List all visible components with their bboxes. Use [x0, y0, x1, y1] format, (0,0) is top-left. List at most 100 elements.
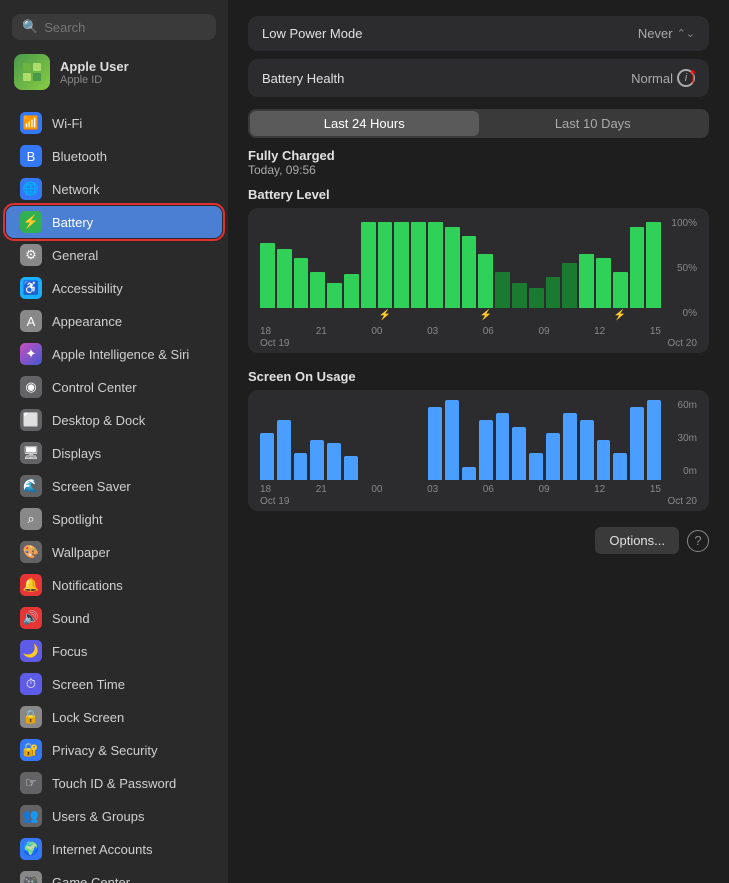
sidebar-item-spotlight[interactable]: ⌕Spotlight: [6, 503, 222, 535]
battery-bar-18: [562, 263, 577, 308]
sidebar-item-gamecenter[interactable]: 🎮Game Center: [6, 866, 222, 883]
user-apple-id: Apple ID: [60, 74, 129, 86]
battery-bar-21: [613, 272, 628, 308]
sidebar-item-wifi[interactable]: 📶 Wi-Fi: [6, 107, 222, 139]
sidebar-item-network[interactable]: 🌐Network: [6, 173, 222, 205]
sidebar-label-sound: Sound: [52, 611, 90, 626]
usage-x-label-7: 15: [650, 484, 661, 495]
privacy-icon: 🔐: [20, 739, 42, 761]
general-icon: ⚙: [20, 244, 42, 266]
focus-icon: 🌙: [20, 640, 42, 662]
search-input[interactable]: [44, 20, 206, 35]
usage-date-oct20: Oct 20: [668, 496, 697, 507]
options-button[interactable]: Options...: [595, 527, 679, 554]
battery-level-section: Battery Level ⚡⚡⚡ 1821000306091215 100% …: [248, 187, 709, 353]
usage-bar-15: [512, 427, 526, 480]
usage-bar-17: [546, 433, 560, 480]
battery-bar-10: [428, 222, 443, 308]
battery-bar-5: [344, 274, 359, 308]
sidebar-item-notifications[interactable]: 🔔Notifications: [6, 569, 222, 601]
battery-bar-8: [394, 222, 409, 308]
usage-bar-5: [344, 456, 358, 480]
sidebar-label-screentime: Screen Time: [52, 677, 125, 692]
help-button[interactable]: ?: [687, 530, 709, 552]
sidebar-item-accessibility[interactable]: ♿Accessibility: [6, 272, 222, 304]
usage-x-label-1: 21: [316, 484, 327, 495]
sidebar-item-bluetooth[interactable]: BBluetooth: [6, 140, 222, 172]
sidebar-item-privacy[interactable]: 🔐Privacy & Security: [6, 734, 222, 766]
usage-bar-21: [613, 453, 627, 480]
search-bar[interactable]: 🔍: [12, 14, 216, 40]
date-oct20: Oct 20: [668, 338, 697, 349]
bottom-action-row: Options... ?: [248, 527, 709, 554]
battery-level-chart-wrapper: ⚡⚡⚡ 1821000306091215 100% 50% 0% Oct 19O…: [248, 208, 709, 353]
sidebar-item-touchid[interactable]: ☞Touch ID & Password: [6, 767, 222, 799]
battery-x-label-6: 12: [594, 326, 605, 337]
wifi-icon: 📶: [20, 112, 42, 134]
sidebar-item-users[interactable]: 👥Users & Groups: [6, 800, 222, 832]
sidebar-item-internet[interactable]: 🌍Internet Accounts: [6, 833, 222, 865]
sidebar-item-battery[interactable]: ⚡Battery: [6, 206, 222, 238]
sidebar-item-wallpaper[interactable]: 🎨Wallpaper: [6, 536, 222, 568]
sidebar-item-focus[interactable]: 🌙Focus: [6, 635, 222, 667]
user-profile-row[interactable]: Apple User Apple ID: [0, 50, 228, 98]
battery-health-label: Battery Health: [262, 71, 344, 86]
tab-10d[interactable]: Last 10 Days: [479, 111, 708, 136]
search-icon: 🔍: [22, 19, 38, 35]
appearance-icon: A: [20, 310, 42, 332]
usage-bar-2: [294, 453, 308, 480]
usage-bar-4: [327, 443, 341, 480]
sidebar-item-screentime[interactable]: ⏱Screen Time: [6, 668, 222, 700]
battery-bar-4: [327, 283, 342, 308]
sidebar-label-wifi: Wi-Fi: [52, 116, 82, 131]
tab-24h[interactable]: Last 24 Hours: [250, 111, 479, 136]
y-usage-30: 30m: [661, 433, 697, 444]
battery-bar-6: [361, 222, 376, 308]
usage-bar-23: [647, 400, 661, 480]
info-circle-icon[interactable]: [677, 69, 695, 87]
sidebar-item-sound[interactable]: 🔊Sound: [6, 602, 222, 634]
usage-bar-12: [462, 467, 476, 480]
sidebar-item-general[interactable]: ⚙General: [6, 239, 222, 271]
y-usage-60: 60m: [661, 400, 697, 411]
battery-bar-1: [277, 249, 292, 308]
battery-bar-16: [529, 288, 544, 308]
chevron-updown-icon: ⌃⌄: [677, 27, 695, 40]
charging-icons-row: ⚡⚡⚡: [260, 308, 661, 322]
battery-dates-row: Oct 19Oct 20: [260, 338, 697, 349]
accessibility-icon: ♿: [20, 277, 42, 299]
usage-x-axis: 1821000306091215: [260, 484, 661, 495]
sidebar-label-battery: Battery: [52, 215, 93, 230]
usage-bar-11: [445, 400, 459, 480]
charging-cell-21: ⚡: [613, 310, 628, 321]
gamecenter-icon: 🎮: [20, 871, 42, 883]
sidebar-item-control[interactable]: ◉Control Center: [6, 371, 222, 403]
sidebar-item-displays[interactable]: 🖥Displays: [6, 437, 222, 469]
usage-x-label-4: 06: [483, 484, 494, 495]
usage-bar-14: [496, 413, 510, 480]
sidebar-item-siri[interactable]: ✦Apple Intelligence & Siri: [6, 338, 222, 370]
usage-bar-19: [580, 420, 594, 480]
usage-bar-8: [395, 478, 409, 480]
usage-bar-0: [260, 433, 274, 480]
touchid-icon: ☞: [20, 772, 42, 794]
usage-x-label-6: 12: [594, 484, 605, 495]
usage-bar-6: [361, 478, 375, 480]
internet-icon: 🌍: [20, 838, 42, 860]
low-power-mode-row[interactable]: Low Power Mode Never ⌃⌄: [248, 16, 709, 51]
sidebar-items-container: 📶 Wi-Fi BBluetooth🌐Network⚡Battery⚙General…: [0, 106, 228, 883]
sidebar-item-desktop[interactable]: ⬜Desktop & Dock: [6, 404, 222, 436]
battery-bar-7: [378, 222, 393, 308]
battery-health-row[interactable]: Battery Health Normal: [248, 59, 709, 97]
y-label-0: 0%: [661, 308, 697, 319]
usage-dates-row: Oct 19Oct 20: [260, 496, 697, 507]
sidebar-item-lockscreen[interactable]: 🔒Lock Screen: [6, 701, 222, 733]
usage-bar-18: [563, 413, 577, 480]
battery-x-label-1: 21: [316, 326, 327, 337]
sidebar-item-screensaver[interactable]: 🌊Screen Saver: [6, 470, 222, 502]
sidebar-item-appearance[interactable]: AAppearance: [6, 305, 222, 337]
usage-x-label-5: 09: [538, 484, 549, 495]
wallpaper-icon: 🎨: [20, 541, 42, 563]
y-usage-0: 0m: [661, 466, 697, 477]
control-icon: ◉: [20, 376, 42, 398]
